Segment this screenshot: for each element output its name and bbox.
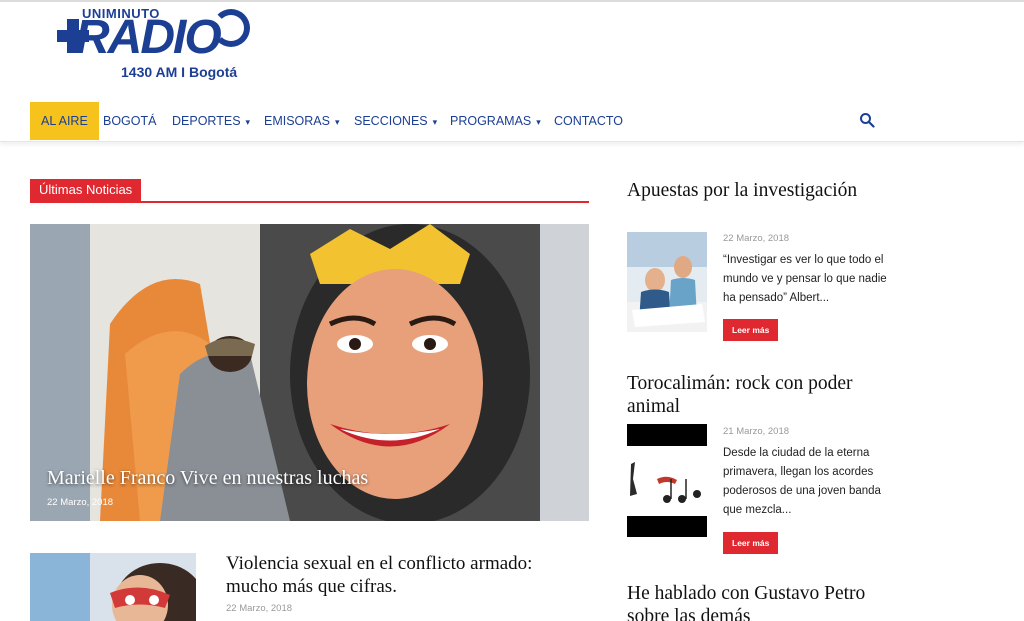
article-title[interactable]: Violencia sexual en el conflicto armado:…: [226, 552, 566, 598]
nav-item-label: EMISORAS: [264, 114, 330, 128]
section-title: Últimas Noticias: [30, 179, 142, 201]
logo-signal-ring: [212, 9, 250, 47]
main-navigation: AL AIRE BOGOTÁ DEPORTES ▾ EMISORAS ▾ SECCI…: [0, 100, 1024, 142]
nav-item-emisoras[interactable]: EMISORAS ▾: [264, 102, 340, 140]
nav-item-bogota[interactable]: BOGOTÁ: [103, 102, 156, 140]
sidebar-post-thumbnail[interactable]: [627, 424, 707, 537]
nav-item-label: BOGOTÁ: [103, 114, 157, 128]
nav-item-contacto[interactable]: CONTACTO: [554, 102, 623, 140]
featured-title[interactable]: Marielle Franco Vive en nuestras luchas: [47, 467, 368, 490]
chevron-down-icon: ▾: [245, 117, 251, 127]
chevron-down-icon: ▾: [335, 117, 340, 127]
sidebar-post-date: 21 Marzo, 2018: [723, 426, 790, 437]
sidebar-post-title[interactable]: Apuestas por la investigación: [627, 179, 907, 202]
top-border: [0, 0, 1024, 2]
chevron-down-icon: ▾: [432, 117, 438, 127]
featured-article[interactable]: Marielle Franco Vive en nuestras luchas …: [30, 224, 589, 521]
nav-item-al-aire[interactable]: AL AIRE: [30, 102, 99, 140]
article-date: 22 Marzo, 2018: [226, 603, 293, 614]
logo-tagline: 1430 AM I Bogotá: [121, 64, 238, 80]
nav-item-secciones[interactable]: SECCIONES ▾: [354, 102, 437, 140]
chevron-down-icon: ▾: [536, 117, 541, 127]
read-more-button[interactable]: Leer más: [723, 319, 779, 341]
sidebar-post-title[interactable]: Torocalimán: rock con poder animal: [627, 372, 907, 418]
search-icon[interactable]: [859, 112, 875, 128]
logo-main-word: RADIO: [75, 11, 222, 64]
nav-item-label: CONTACTO: [554, 114, 623, 128]
featured-date: 22 Marzo, 2018: [47, 497, 114, 508]
sidebar-post-excerpt: “Investigar es ver lo que todo el mundo …: [723, 254, 887, 304]
sidebar-post-date: 22 Marzo, 2018: [723, 233, 790, 244]
nav-item-label: PROGRAMAS: [450, 114, 532, 128]
site-logo[interactable]: UNIMINUTO RADIO 1430 AM I Bogotá: [57, 6, 252, 80]
nav-item-deportes[interactable]: DEPORTES ▾: [172, 102, 250, 140]
nav-item-programas[interactable]: PROGRAMAS ▾: [450, 102, 541, 140]
article-thumbnail[interactable]: [30, 553, 196, 621]
read-more-button[interactable]: Leer más: [723, 532, 779, 554]
section-header: Últimas Noticias: [30, 179, 589, 203]
sidebar-post-excerpt: Desde la ciudad de la eterna primavera, …: [723, 447, 881, 516]
sidebar-post-thumbnail[interactable]: [627, 232, 707, 332]
nav-item-label: SECCIONES: [354, 114, 428, 128]
nav-item-label: AL AIRE: [41, 114, 88, 128]
sidebar-post-title[interactable]: He hablado con Gustavo Petro sobre las d…: [627, 582, 907, 621]
nav-item-label: DEPORTES: [172, 114, 241, 128]
